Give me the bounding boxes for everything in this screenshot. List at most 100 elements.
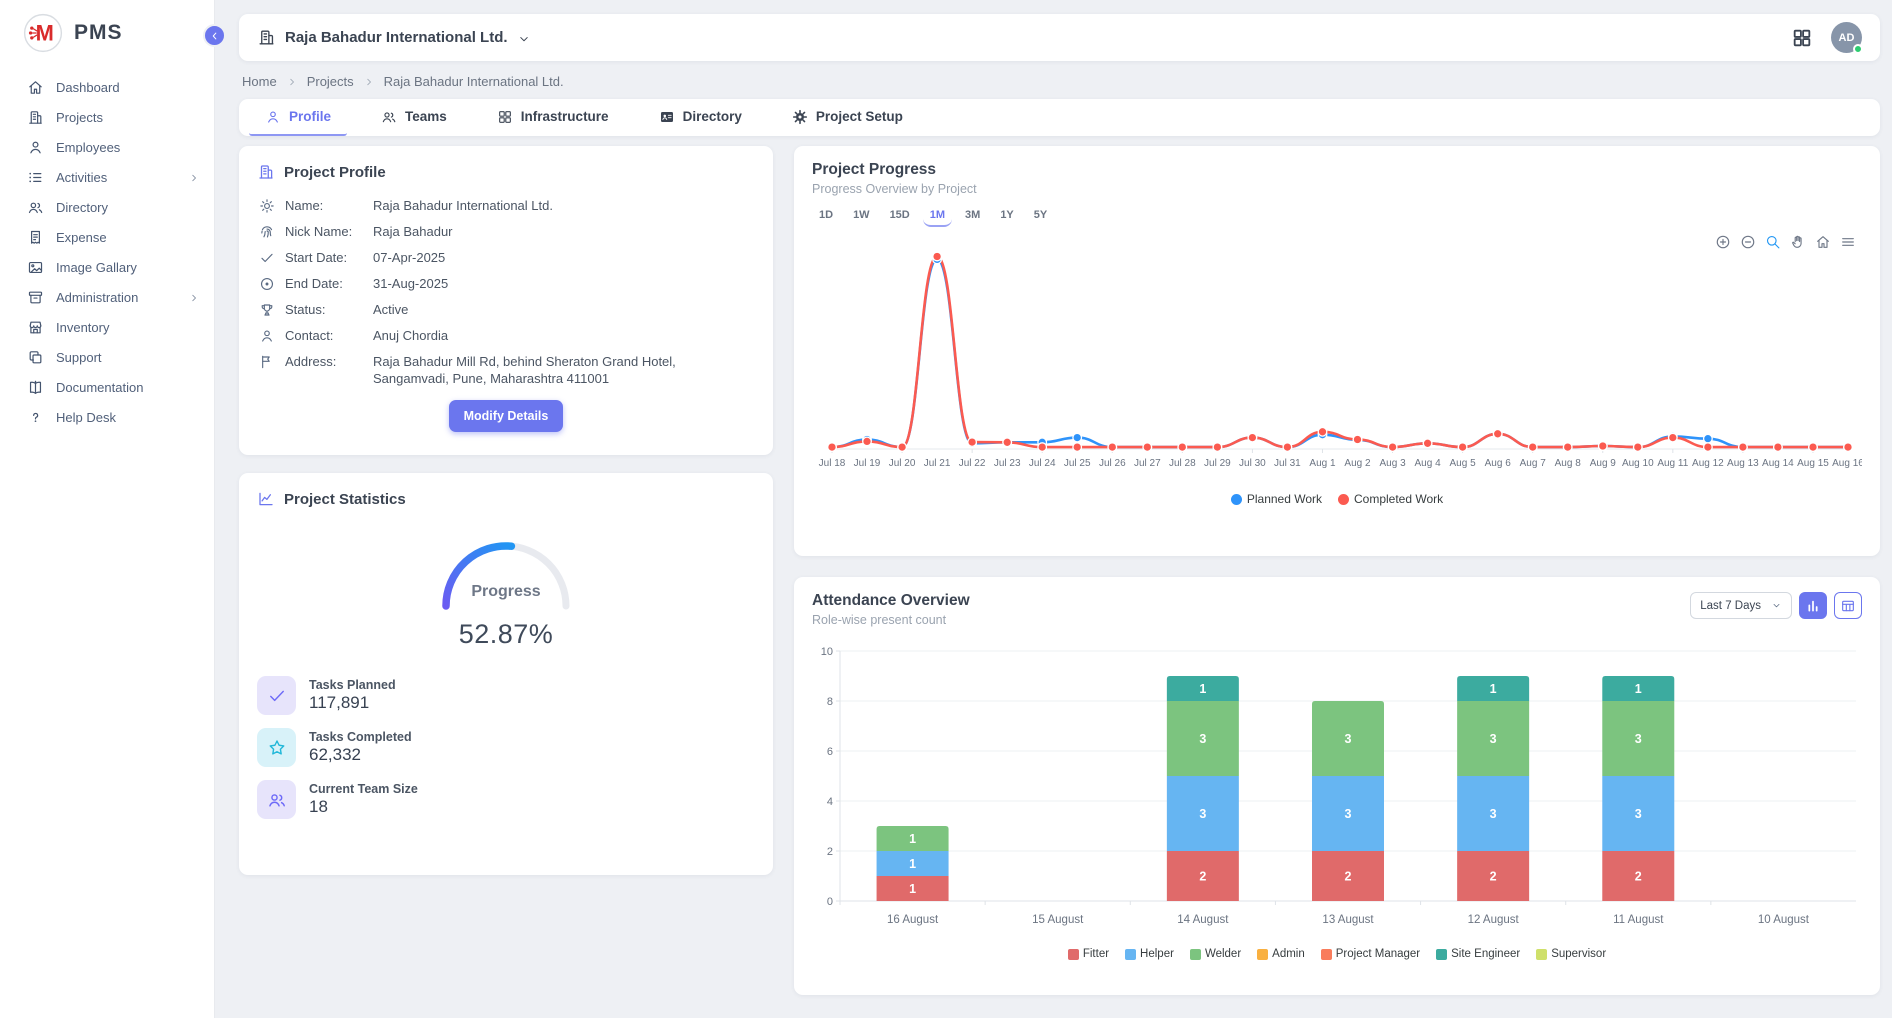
attendance-range-select[interactable]: Last 7 Days	[1690, 592, 1792, 619]
profile-field-row: Contact:Anuj Chordia	[257, 327, 755, 344]
sidebar-item-expense[interactable]: Expense	[0, 222, 214, 252]
field-value: Raja Bahadur	[373, 223, 453, 240]
pan-button[interactable]	[1790, 234, 1806, 250]
sidebar-item-label: Documentation	[56, 380, 143, 395]
sidebar-item-projects[interactable]: Projects	[0, 102, 214, 132]
svg-text:2: 2	[1635, 870, 1642, 884]
range-button-15d[interactable]: 15D	[883, 206, 917, 227]
svg-text:1: 1	[909, 857, 916, 871]
chart-view-toggle-button[interactable]	[1799, 592, 1827, 619]
gear-icon	[259, 198, 275, 214]
home-reset-icon	[1815, 234, 1831, 250]
stat-tasks-planned: Tasks Planned117,891	[257, 676, 755, 715]
zoom-out-button[interactable]	[1740, 234, 1756, 250]
svg-text:Aug 6: Aug 6	[1485, 458, 1512, 469]
sidebar-item-documentation[interactable]: Documentation	[0, 372, 214, 402]
logo[interactable]: M PMS	[0, 0, 214, 68]
svg-text:12 August: 12 August	[1468, 914, 1520, 926]
sidebar-item-activities[interactable]: Activities	[0, 162, 214, 192]
zoom-in-button[interactable]	[1715, 234, 1731, 250]
sidebar-item-inventory[interactable]: Inventory	[0, 312, 214, 342]
range-button-1m[interactable]: 1M	[923, 206, 952, 227]
svg-text:10 August: 10 August	[1758, 914, 1810, 926]
svg-text:Jul 27: Jul 27	[1134, 458, 1161, 469]
users-icon	[267, 790, 287, 810]
star-icon	[267, 738, 287, 758]
apps-grid-button[interactable]	[1791, 27, 1813, 49]
svg-text:Aug 11: Aug 11	[1657, 458, 1688, 469]
fingerprint-icon	[259, 224, 275, 240]
sidebar-item-directory[interactable]: Directory	[0, 192, 214, 222]
sidebar-item-help-desk[interactable]: Help Desk	[0, 402, 214, 432]
sidebar-item-employees[interactable]: Employees	[0, 132, 214, 162]
selection-zoom-button[interactable]	[1765, 234, 1781, 250]
range-button-1d[interactable]: 1D	[812, 206, 840, 227]
table-view-toggle-button[interactable]	[1834, 592, 1862, 619]
range-button-5y[interactable]: 5Y	[1027, 206, 1054, 227]
tab-bar: Profile Teams Infrastructure Directory Proje…	[239, 99, 1880, 136]
field-label: End Date:	[285, 275, 373, 291]
svg-text:Aug 12: Aug 12	[1692, 458, 1724, 469]
field-label: Address:	[285, 353, 373, 369]
svg-text:Aug 3: Aug 3	[1380, 458, 1407, 469]
svg-text:Jul 23: Jul 23	[994, 458, 1021, 469]
modify-details-button[interactable]: Modify Details	[449, 400, 564, 432]
sidebar-item-image-gallary[interactable]: Image Gallary	[0, 252, 214, 282]
legend-planned-work[interactable]: Planned Work	[1231, 492, 1322, 506]
building-icon	[27, 109, 44, 126]
sidebar-collapse-button[interactable]	[203, 24, 226, 47]
tab-project-setup[interactable]: Project Setup	[776, 99, 919, 136]
progress-chart-title: Project Progress	[812, 161, 1862, 179]
sidebar-item-support[interactable]: Support	[0, 342, 214, 372]
chart-menu-button[interactable]	[1840, 234, 1856, 250]
svg-text:Aug 9: Aug 9	[1590, 458, 1617, 469]
legend-completed-work[interactable]: Completed Work	[1338, 492, 1443, 506]
tab-teams[interactable]: Teams	[365, 99, 463, 136]
company-selector[interactable]: Raja Bahadur International Ltd.	[257, 28, 531, 47]
svg-text:3: 3	[1199, 807, 1206, 821]
legend-site-engineer[interactable]: Site Engineer	[1436, 948, 1520, 960]
breadcrumb-item-2: Raja Bahadur International Ltd.	[384, 74, 564, 89]
list-icon	[27, 169, 44, 186]
legend-fitter[interactable]: Fitter	[1068, 948, 1109, 960]
sidebar-item-label: Expense	[56, 230, 107, 245]
legend-admin[interactable]: Admin	[1257, 948, 1305, 960]
range-button-1w[interactable]: 1W	[846, 206, 877, 227]
svg-text:15 August: 15 August	[1032, 914, 1084, 926]
legend-welder[interactable]: Welder	[1190, 948, 1241, 960]
tab-profile[interactable]: Profile	[249, 99, 347, 136]
svg-text:Jul 25: Jul 25	[1064, 458, 1091, 469]
svg-text:Aug 8: Aug 8	[1555, 458, 1582, 469]
legend-project-manager[interactable]: Project Manager	[1321, 948, 1420, 960]
sidebar-item-label: Directory	[56, 200, 108, 215]
svg-text:2: 2	[827, 846, 833, 858]
reset-zoom-button[interactable]	[1815, 234, 1831, 250]
bar-chart-icon	[1805, 598, 1821, 614]
user-avatar[interactable]: AD	[1831, 22, 1862, 53]
breadcrumb-item-0[interactable]: Home	[242, 74, 277, 89]
svg-text:1: 1	[1635, 682, 1642, 696]
sidebar-item-administration[interactable]: Administration	[0, 282, 214, 312]
attendance-chart-legend: Fitter Helper Welder Admin Project Manager Si…	[812, 948, 1862, 960]
progress-percentage: 52.87%	[426, 619, 586, 650]
field-label: Contact:	[285, 327, 373, 343]
legend-helper[interactable]: Helper	[1125, 948, 1174, 960]
field-label: Status:	[285, 301, 373, 317]
tab-infrastructure[interactable]: Infrastructure	[481, 99, 625, 136]
stat-tasks-completed: Tasks Completed62,332	[257, 728, 755, 767]
svg-text:Jul 29: Jul 29	[1204, 458, 1231, 469]
svg-text:Jul 20: Jul 20	[889, 458, 916, 469]
legend-supervisor[interactable]: Supervisor	[1536, 948, 1606, 960]
sidebar-item-dashboard[interactable]: Dashboard	[0, 72, 214, 102]
svg-text:Aug 13: Aug 13	[1727, 458, 1759, 469]
breadcrumb-item-1[interactable]: Projects	[307, 74, 354, 89]
tab-directory[interactable]: Directory	[643, 99, 758, 136]
trophy-icon	[259, 302, 275, 318]
chevron-down-icon	[517, 32, 531, 46]
project-progress-chart: Jul 18Jul 19Jul 20Jul 21Jul 22Jul 23Jul …	[812, 227, 1862, 490]
range-button-3m[interactable]: 3M	[958, 206, 987, 227]
store-icon	[27, 319, 44, 336]
user-icon	[259, 328, 275, 344]
range-button-1y[interactable]: 1Y	[993, 206, 1020, 227]
field-value: Raja Bahadur Mill Rd, behind Sheraton Gr…	[373, 353, 703, 387]
